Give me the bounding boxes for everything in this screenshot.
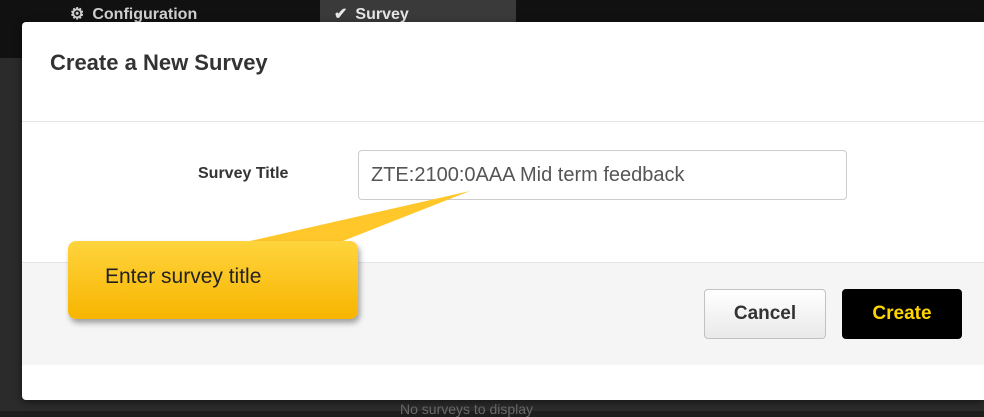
check-icon: ✔ xyxy=(334,6,348,23)
create-survey-dialog: Create a New Survey Survey Title Cancel … xyxy=(22,22,984,400)
cancel-button[interactable]: Cancel xyxy=(704,289,826,339)
tab-configuration-label: Configuration xyxy=(92,6,198,23)
create-button[interactable]: Create xyxy=(842,289,962,339)
dialog-title: Create a New Survey xyxy=(50,50,268,75)
tutorial-callout: Enter survey title xyxy=(68,241,358,319)
survey-title-label: Survey Title xyxy=(198,165,289,182)
dialog-header: Create a New Survey xyxy=(22,22,984,122)
survey-title-input[interactable] xyxy=(358,150,847,200)
callout-text: Enter survey title xyxy=(105,265,262,288)
empty-state-text: No surveys to display xyxy=(400,401,534,417)
gear-icon: ⚙ xyxy=(70,6,85,23)
tab-survey-label: Survey xyxy=(355,6,409,23)
